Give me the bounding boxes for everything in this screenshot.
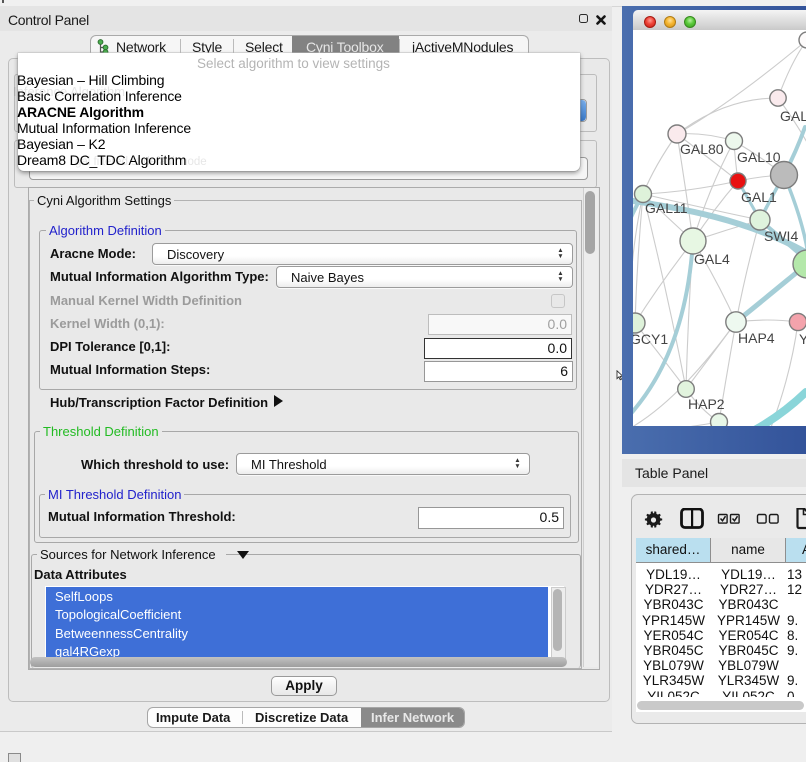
svg-text:GAL80: GAL80 bbox=[680, 141, 724, 157]
svg-text:GAL11: GAL11 bbox=[645, 200, 688, 216]
svg-text:HAP2: HAP2 bbox=[688, 396, 725, 412]
svg-text:HAP4: HAP4 bbox=[738, 330, 775, 346]
svg-text:GCY1: GCY1 bbox=[633, 331, 668, 347]
svg-text:GAL: GAL bbox=[780, 108, 806, 124]
svg-text:Y: Y bbox=[799, 331, 806, 347]
svg-text:GAL1: GAL1 bbox=[741, 189, 777, 205]
svg-text:GAL10: GAL10 bbox=[737, 149, 781, 165]
svg-text:SWI4: SWI4 bbox=[764, 228, 798, 244]
svg-text:GAL4: GAL4 bbox=[694, 251, 730, 267]
